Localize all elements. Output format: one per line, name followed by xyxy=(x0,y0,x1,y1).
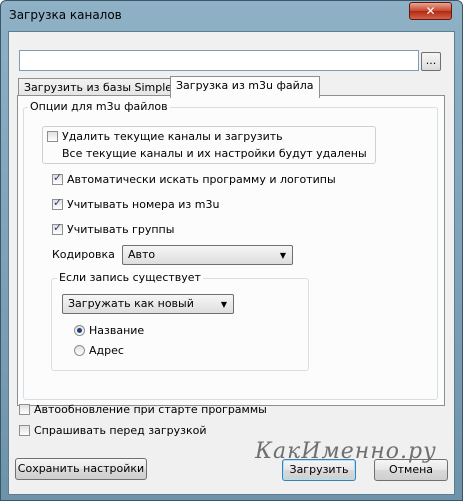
use-groups-checkbox[interactable] xyxy=(52,221,63,235)
if-exists-action-select[interactable]: Загружать как новый ▼ xyxy=(62,294,234,314)
auto-update-label: Автообновление при старте программы xyxy=(34,403,267,416)
encoding-label-row: Кодировка xyxy=(52,248,115,261)
ask-before-checkbox[interactable] xyxy=(19,425,30,436)
browse-button[interactable]: ... xyxy=(421,52,441,71)
m3u-options-group: Опции для m3u файлов Удалить текущие кан… xyxy=(23,100,438,400)
delete-current-note-row: Все текущие каналы и их настройки будут … xyxy=(62,147,367,160)
file-path-input[interactable] xyxy=(19,50,419,71)
radio-address[interactable] xyxy=(74,345,85,356)
delete-current-note: Все текущие каналы и их настройки будут … xyxy=(62,147,367,160)
chevron-down-icon: ▼ xyxy=(220,300,227,309)
save-settings-button[interactable]: Сохранить настройки xyxy=(15,458,147,480)
use-groups-row[interactable]: Учитывать группы xyxy=(52,221,175,236)
auto-search-row[interactable]: Автоматически искать программу и логотип… xyxy=(52,171,336,186)
ask-before-row[interactable]: Спрашивать перед загрузкой xyxy=(19,424,206,437)
if-exists-label: Если запись существует xyxy=(57,271,203,284)
if-exists-group: Если запись существует Загружать как нов… xyxy=(51,271,309,371)
if-exists-action-value: Загружать как новый xyxy=(68,297,194,310)
delete-current-label: Удалить текущие каналы и загрузить xyxy=(62,130,283,143)
auto-update-checkbox[interactable] xyxy=(19,404,30,415)
ask-before-label: Спрашивать перед загрузкой xyxy=(34,424,207,437)
use-numbers-label: Учитывать номера из m3u xyxy=(67,198,220,211)
auto-search-label: Автоматически искать программу и логотип… xyxy=(67,173,336,186)
delete-current-box: Удалить текущие каналы и загрузить Все т… xyxy=(42,126,376,164)
radio-name[interactable] xyxy=(74,325,85,336)
close-button[interactable]: ✕ xyxy=(409,2,452,20)
dialog-client-area: ... Загрузить из базы SimpleTV Загрузка … xyxy=(8,31,455,495)
title-bar[interactable]: Загрузка каналов ✕ xyxy=(1,1,462,31)
use-numbers-row[interactable]: Учитывать номера из m3u xyxy=(52,196,220,211)
radio-address-label: Адрес xyxy=(89,344,124,357)
radio-name-row[interactable]: Название xyxy=(74,324,144,337)
window-title: Загрузка каналов xyxy=(9,8,122,22)
delete-current-checkbox[interactable] xyxy=(47,131,58,142)
auto-update-row[interactable]: Автообновление при старте программы xyxy=(19,403,267,416)
encoding-label: Кодировка xyxy=(52,248,115,261)
close-icon: ✕ xyxy=(425,4,436,18)
delete-current-checkbox-row[interactable]: Удалить текущие каналы и загрузить xyxy=(47,130,283,143)
encoding-value: Авто xyxy=(128,248,156,261)
encoding-select[interactable]: Авто ▼ xyxy=(122,245,293,265)
radio-name-label: Название xyxy=(89,324,145,337)
use-numbers-checkbox[interactable] xyxy=(52,196,63,210)
use-groups-label: Учитывать группы xyxy=(67,223,175,236)
auto-search-checkbox[interactable] xyxy=(52,171,63,185)
tab-panel-m3u: Опции для m3u файлов Удалить текущие кан… xyxy=(17,95,445,406)
watermark-text: КакИменно.ру xyxy=(255,439,437,464)
radio-address-row[interactable]: Адрес xyxy=(74,344,124,357)
dialog-window: Загрузка каналов ✕ ... Загрузить из базы… xyxy=(0,0,463,501)
tab-load-from-m3u[interactable]: Загрузка из m3u файла xyxy=(170,76,320,98)
chevron-down-icon: ▼ xyxy=(279,251,286,260)
m3u-options-label: Опции для m3u файлов xyxy=(28,100,170,113)
